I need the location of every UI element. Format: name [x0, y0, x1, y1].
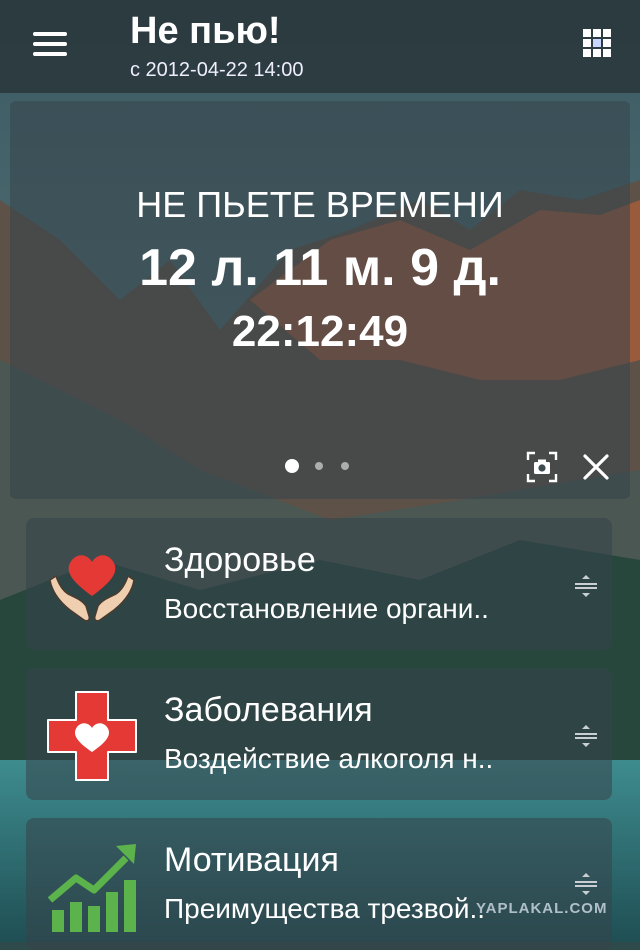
- counter-time: 22:12:49: [231, 307, 409, 356]
- drag-handle-icon[interactable]: [573, 574, 599, 598]
- drag-handle-icon[interactable]: [573, 872, 599, 896]
- app-title: Не пью!: [130, 10, 281, 52]
- watermark: YAPLAKAL.COM: [476, 900, 608, 917]
- card-description: Воздействие алкоголя н..: [164, 743, 494, 774]
- heart-in-hands-icon: [46, 540, 138, 632]
- app-bar: Не пью! с 2012-04-22 14:00: [0, 0, 640, 93]
- card-motivation[interactable]: Мотивация Преимущества трезвой..: [26, 818, 612, 950]
- card-description: Преимущества трезвой..: [164, 893, 486, 924]
- hamburger-menu-icon[interactable]: [28, 24, 72, 64]
- card-title: Заболевания: [164, 691, 373, 729]
- page-dot-2[interactable]: [315, 462, 323, 470]
- counter-heading: НЕ ПЬЕТЕ ВРЕМЕНИ: [136, 184, 504, 225]
- growth-chart-icon: [46, 840, 138, 932]
- card-title: Мотивация: [164, 841, 339, 879]
- card-health[interactable]: Здоровье Восстановление органи..: [26, 518, 612, 650]
- medical-cross-heart-icon: [46, 690, 138, 782]
- page-dot-1[interactable]: [285, 459, 299, 473]
- sobriety-start-date: с 2012-04-22 14:00: [130, 59, 304, 81]
- sobriety-counter-panel: НЕ ПЬЕТЕ ВРЕМЕНИ 12 л. 11 м. 9 д. 22:12:…: [10, 101, 630, 499]
- card-diseases[interactable]: Заболевания Воздействие алкоголя н..: [26, 668, 612, 800]
- close-icon[interactable]: [578, 449, 614, 485]
- counter-duration: 12 л. 11 м. 9 д.: [139, 239, 501, 297]
- page-dot-3[interactable]: [341, 462, 349, 470]
- card-description: Восстановление органи..: [164, 593, 489, 624]
- drag-handle-icon[interactable]: [573, 724, 599, 748]
- screenshot-camera-icon[interactable]: [526, 451, 558, 483]
- card-title: Здоровье: [164, 541, 316, 579]
- apps-grid-icon[interactable]: [580, 26, 614, 60]
